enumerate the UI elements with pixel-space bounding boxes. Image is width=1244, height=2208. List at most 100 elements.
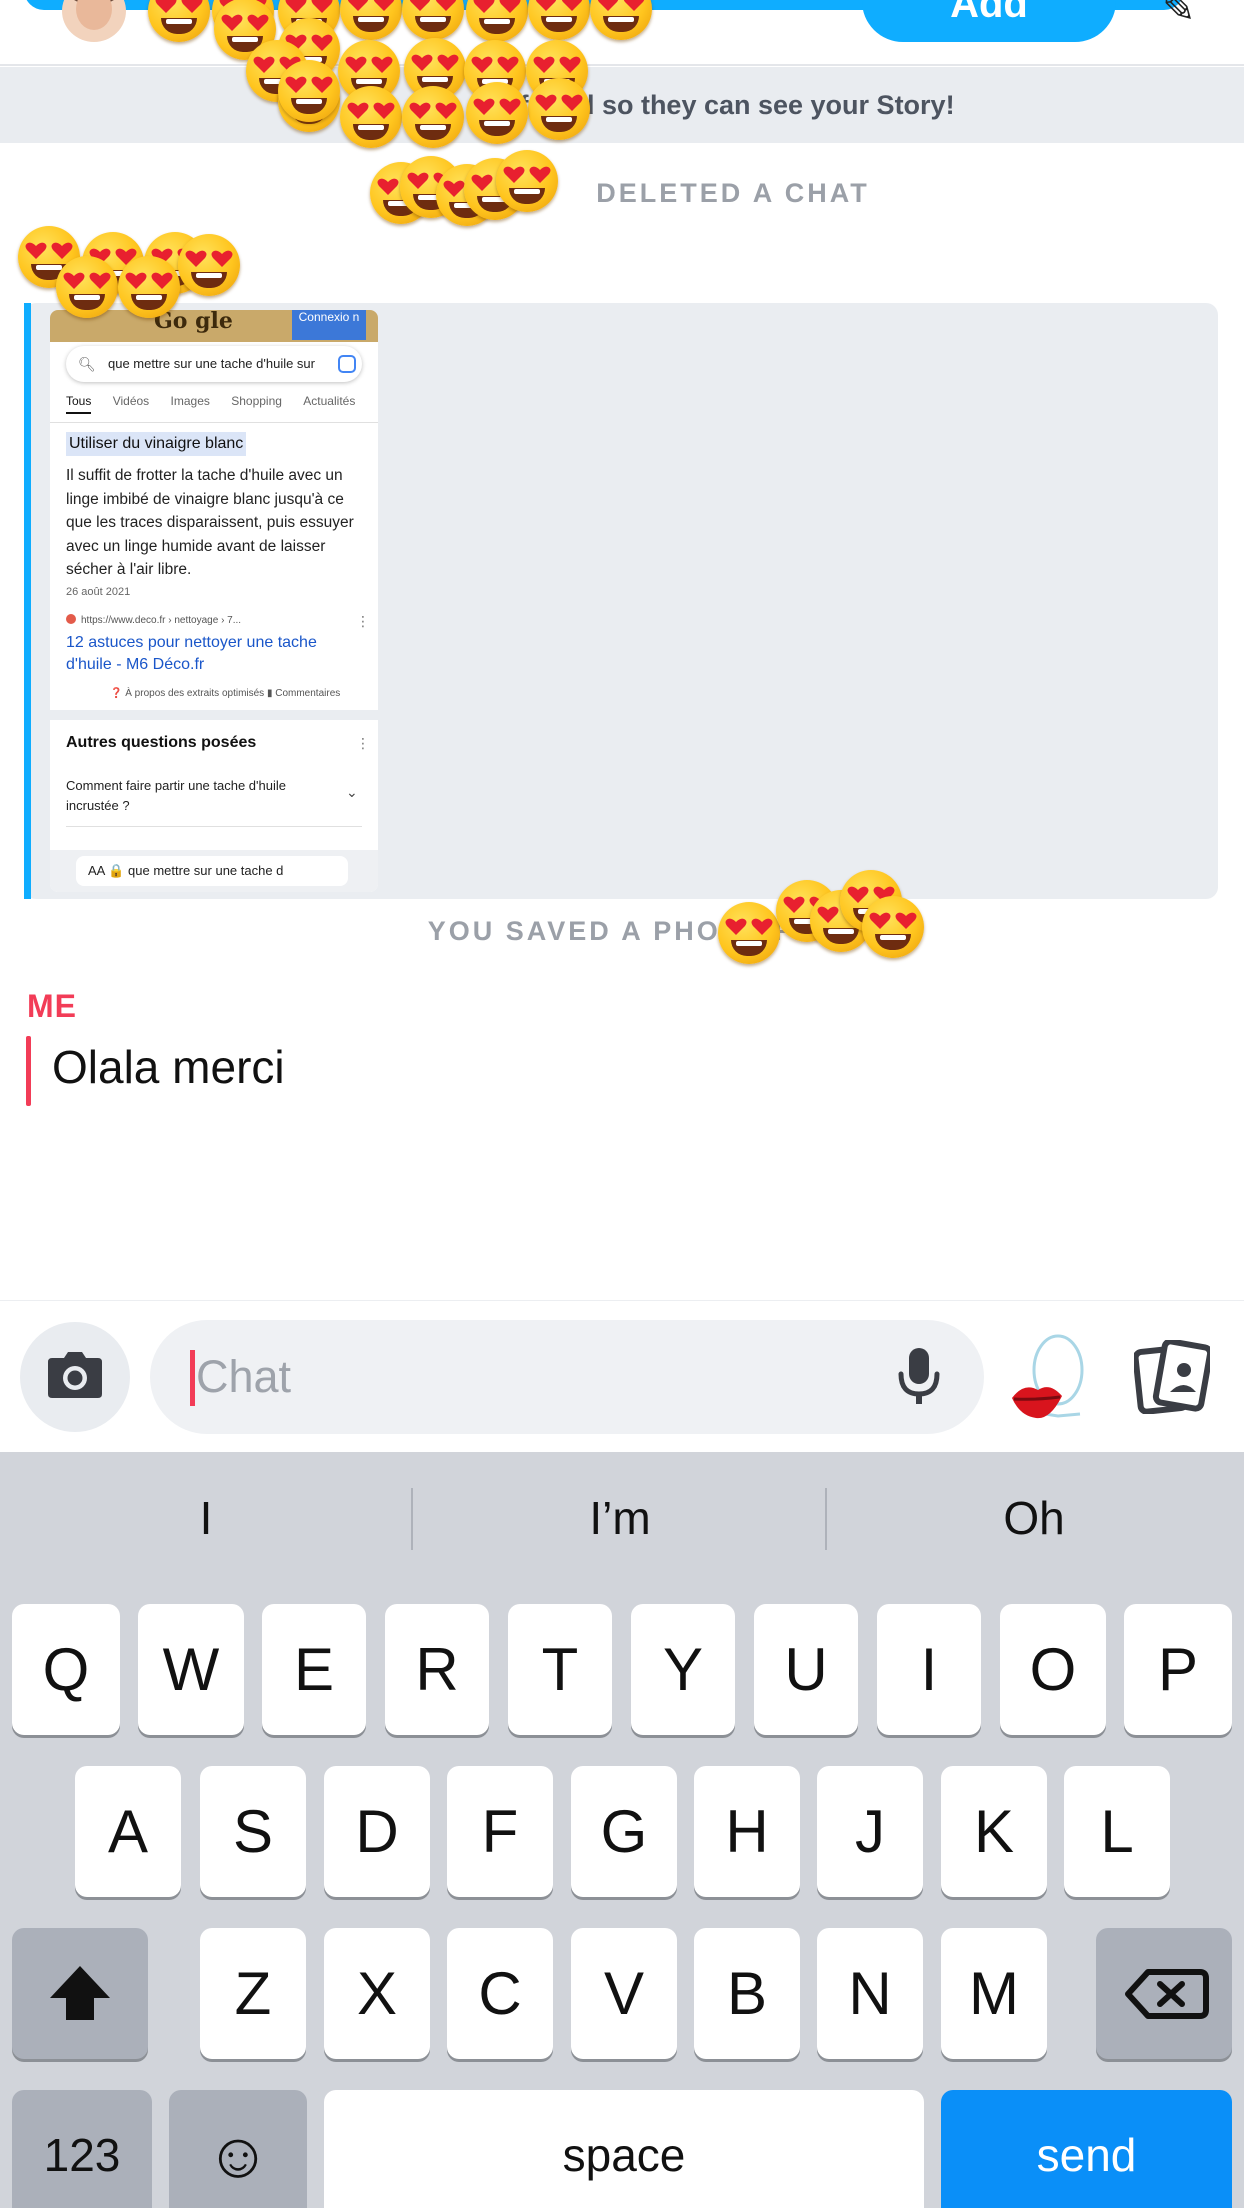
heart-eyes-emoji-icon [718,902,780,964]
space-key[interactable]: space [324,2090,924,2208]
tab-shopping: Shopping [231,394,282,408]
browser-address-bar: AA 🔒 que mettre sur une tache d [76,856,348,886]
result-link: 12 astuces pour nettoyer une tache d'hui… [66,634,317,673]
paa-more-icon: ⋮ [356,735,370,751]
chat-input-container[interactable] [150,1320,984,1434]
source-url: https://www.deco.fr › nettoyage › 7... [66,614,241,626]
key-p[interactable]: P [1124,1604,1232,1735]
backspace-icon [1125,1969,1209,2019]
key-f[interactable]: F [447,1766,553,1897]
suggestion-3[interactable]: Oh [828,1460,1240,1576]
send-key[interactable]: send [941,2090,1232,2208]
story-banner[interactable]: friend so they can see your Story! [0,67,1244,143]
key-h[interactable]: H [694,1766,800,1897]
more-options-icon: ⋮ [356,613,370,629]
about-snippets-row: ❓ À propos des extraits optimisés ▮ Comm… [110,688,341,699]
heart-eyes-emoji-icon [496,150,558,212]
emoji-icon: ☺ [205,2119,271,2191]
suggestion-separator [411,1488,413,1550]
chevron-down-icon: ⌄ [346,784,358,800]
shift-icon [50,1966,110,2020]
key-m[interactable]: M [941,1928,1047,2059]
key-u[interactable]: U [754,1604,858,1735]
tabs-divider [50,422,378,423]
key-y[interactable]: Y [631,1604,735,1735]
suggestion-separator [825,1488,827,1550]
key-d[interactable]: D [324,1766,430,1897]
snippet-date: 26 août 2021 [66,586,131,598]
key-n[interactable]: N [817,1928,923,2059]
saved-photo-notice: YOU SAVED A PHOTO FR [427,916,817,946]
heart-eyes-emoji-icon [178,234,240,296]
edit-icon[interactable]: ✎ [1162,0,1198,31]
paa-heading: Autres questions posées [66,734,257,751]
search-icon: 🔍︎ [78,356,96,372]
key-g[interactable]: G [571,1766,677,1897]
heart-eyes-emoji-icon [528,78,590,140]
favicon-icon [66,614,76,624]
suggestion-2[interactable]: I’m [414,1460,826,1576]
heart-eyes-emoji-icon [466,82,528,144]
tab-videos: Vidéos [112,394,150,408]
google-search-bar: 🔍︎ que mettre sur une tache d'huile sur [66,346,362,382]
key-t[interactable]: T [508,1604,612,1735]
google-logo: Go gle [154,310,233,334]
tab-actualites: Actualités [303,394,356,408]
question-divider [66,826,362,827]
shift-key[interactable] [12,1928,148,2059]
key-r[interactable]: R [385,1604,489,1735]
deleted-chat-notice: DELETED A CHAT [596,178,870,208]
key-s[interactable]: S [200,1766,306,1897]
numbers-key[interactable]: 123 [12,2090,152,2208]
section-gap [50,710,378,720]
text-caret [190,1350,195,1406]
featured-snippet-heading: Utiliser du vinaigre blanc [66,432,247,456]
heart-eyes-emoji-icon [402,86,464,148]
key-j[interactable]: J [817,1766,923,1897]
microphone-icon[interactable] [898,1348,940,1408]
key-v[interactable]: V [571,1928,677,2059]
connect-button: Connexio n [292,310,366,340]
emoji-key[interactable]: ☺ [169,2090,307,2208]
key-o[interactable]: O [1000,1604,1106,1735]
lips-icon[interactable] [1010,1334,1090,1428]
key-q[interactable]: Q [12,1604,120,1735]
lens-icon [338,355,356,373]
heart-eyes-emoji-icon [56,256,118,318]
camera-icon [48,1352,102,1398]
key-i[interactable]: I [877,1604,981,1735]
tab-images: Images [170,394,210,408]
paa-question: Comment faire partir une tache d'huile i… [66,778,286,813]
friend-avatar[interactable] [62,0,126,42]
avatar-face [76,0,112,30]
backspace-key[interactable] [1096,1928,1232,2059]
tab-tous: Tous [66,394,92,414]
chat-input[interactable] [196,1342,836,1412]
key-x[interactable]: X [324,1928,430,2059]
shared-screenshot[interactable]: Go gle Connexio n 🔍︎ que mettre sur une … [50,310,378,892]
photo-message-accent [24,303,31,899]
sender-label-me: ME [27,988,77,1024]
key-z[interactable]: Z [200,1928,306,2059]
add-friend-button[interactable]: Add [862,0,1116,42]
key-c[interactable]: C [447,1928,553,2059]
heart-eyes-emoji-icon [340,86,402,148]
key-l[interactable]: L [1064,1766,1170,1897]
heart-eyes-emoji-icon [278,60,340,122]
heart-eyes-emoji-icon [118,256,180,318]
camera-button[interactable] [20,1322,130,1432]
featured-snippet-text: Il suffit de frotter la tache d'huile av… [66,467,354,578]
me-message-text[interactable]: Olala merci [52,1040,285,1094]
cards-icon[interactable] [1134,1340,1210,1414]
source-url-text: https://www.deco.fr › nettoyage › 7... [81,615,242,626]
heart-eyes-emoji-icon [862,896,924,958]
key-w[interactable]: W [138,1604,244,1735]
key-k[interactable]: K [941,1766,1047,1897]
search-query: que mettre sur une tache d'huile sur [108,356,315,371]
key-a[interactable]: A [75,1766,181,1897]
suggestion-1[interactable]: I [0,1460,412,1576]
search-tabs: Tous Vidéos Images Shopping Actualités [66,394,373,420]
key-e[interactable]: E [262,1604,366,1735]
me-message-accent [26,1036,31,1106]
key-b[interactable]: B [694,1928,800,2059]
